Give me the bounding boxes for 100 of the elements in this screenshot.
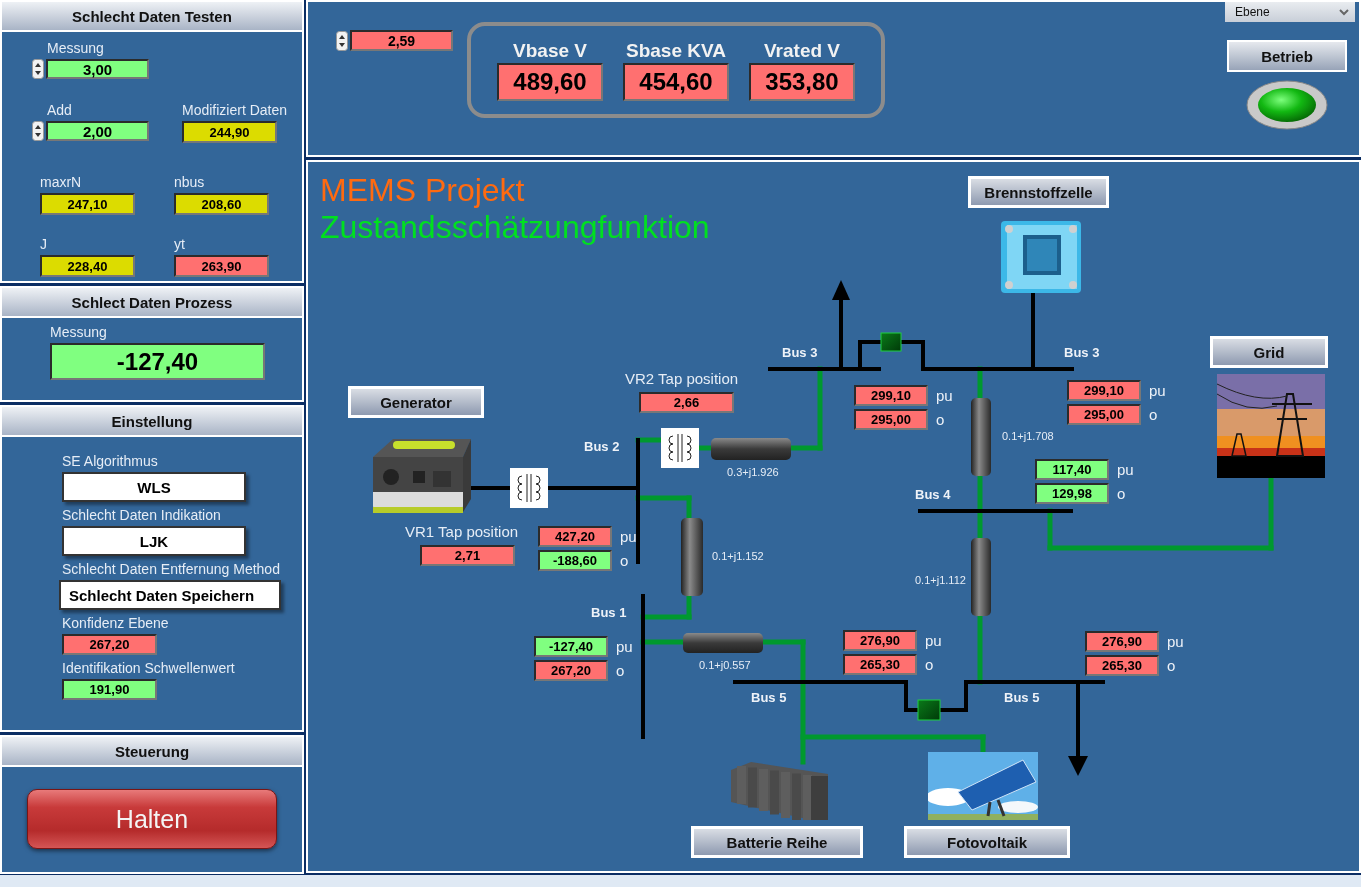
value-display: 2,66 (639, 392, 734, 413)
transformer-icon (661, 428, 699, 468)
node-label: Generator (348, 386, 484, 418)
impedance-label: 0.3+j1.926 (727, 466, 779, 478)
field-label: VR1 Tap position (405, 523, 519, 540)
value-display: 353,80 (749, 63, 855, 101)
node-label: Grid (1210, 336, 1328, 368)
wire (977, 613, 983, 685)
bus-label: Bus 2 (584, 439, 620, 454)
number-input[interactable]: 2,00 (46, 121, 149, 141)
unit-label: pu (1149, 382, 1166, 399)
halt-button[interactable]: Halten (27, 789, 277, 849)
unit-label: o (620, 552, 629, 569)
bus-label: Bus 5 (1004, 690, 1040, 705)
value-display: 299,10 (854, 385, 928, 406)
spinner-icon[interactable] (32, 59, 44, 79)
unit-label: o (936, 411, 945, 428)
value-display: 208,60 (174, 193, 269, 215)
field-label: Vrated V (763, 40, 840, 62)
field-label: yt (174, 236, 186, 252)
field-label: Identifikation Schwellenwert (62, 660, 236, 676)
bus-label: Bus 5 (751, 690, 787, 705)
number-input[interactable]: 3,00 (46, 59, 149, 79)
field-label: Schlecht Daten Indikation (62, 507, 222, 523)
spinner-icon[interactable] (336, 30, 348, 51)
value-display: -188,60 (538, 550, 612, 571)
value-display: 265,30 (1085, 655, 1159, 676)
wire (977, 473, 983, 541)
value-display: 299,10 (1067, 380, 1141, 401)
unit-label: o (1149, 406, 1158, 423)
unit-label: pu (925, 632, 942, 649)
unit-label: o (616, 662, 625, 679)
panel-title: Steuerung (2, 737, 302, 767)
panel-title: Einstellung (2, 407, 302, 437)
transformer-icon (510, 468, 548, 508)
chevron-icon (1339, 8, 1349, 16)
panel-title: Schlecht Daten Testen (2, 2, 302, 32)
bus-label: Bus 1 (591, 605, 627, 620)
select-field[interactable]: WLS (62, 472, 246, 502)
breaker-icon (917, 699, 941, 721)
layer-dropdown[interactable]: Ebene (1225, 2, 1355, 22)
unit-label: o (925, 656, 934, 673)
impedance-label: 0.1+j0.557 (699, 659, 751, 671)
value-display: 2,71 (420, 545, 515, 566)
value-display: -127,40 (534, 636, 608, 657)
field-label: Messung (47, 40, 105, 56)
project-subtitle: Zustandsschätzungfunktion (320, 209, 710, 246)
value-display: 247,10 (40, 193, 135, 215)
field-label: Konfidenz Ebene (62, 615, 170, 631)
select-field[interactable]: LJK (62, 526, 246, 556)
field-label: nbus (174, 174, 206, 190)
field-label: SE Algorithmus (62, 453, 159, 469)
unit-label: pu (620, 528, 637, 545)
node-label: Fotovoltaik (904, 826, 1070, 858)
value-display: 265,30 (843, 654, 917, 675)
field-label: VR2 Tap position (625, 370, 739, 387)
wire (696, 445, 714, 451)
impedance-label: 0.1+j1.152 (712, 550, 764, 562)
node-label: Brennstoffzelle (968, 176, 1109, 208)
value-display: 454,60 (623, 63, 729, 101)
value-display: 276,90 (843, 630, 917, 651)
field-label: maxrN (40, 174, 83, 190)
node-label: Batterie Reihe (691, 826, 863, 858)
unit-label: pu (1167, 633, 1184, 650)
bus-label: Bus 4 (915, 487, 951, 502)
unit-label: pu (616, 638, 633, 655)
value-display: 295,00 (1067, 404, 1141, 425)
bus-label: Bus 3 (782, 345, 818, 360)
field-label: Messung (50, 324, 108, 340)
number-input[interactable]: 2,59 (350, 30, 453, 51)
value-display: -127,40 (50, 343, 265, 380)
panel-title: Schlect Daten Prozess (2, 288, 302, 318)
value-display: 276,90 (1085, 631, 1159, 652)
mode-button[interactable]: Betrieb (1227, 40, 1347, 72)
value-display: 267,20 (62, 634, 157, 655)
unit-label: pu (936, 387, 953, 404)
value-display: 228,40 (40, 255, 135, 277)
impedance-label: 0.1+j1.112 (915, 574, 966, 586)
value-display: 489,60 (497, 63, 603, 101)
value-display: 191,90 (62, 679, 157, 700)
field-label: Vbase V (513, 40, 587, 62)
spinner-icon[interactable] (32, 121, 44, 141)
value-display: 267,20 (534, 660, 608, 681)
field-label: Add (47, 102, 73, 118)
field-label: Schlecht Daten Entfernung Method (62, 561, 281, 577)
value-display: 263,90 (174, 255, 269, 277)
value-display: 244,90 (182, 121, 277, 143)
value-display: 117,40 (1035, 459, 1109, 480)
unit-label: o (1167, 657, 1176, 674)
impedance-label: 0.1+j1.708 (1002, 430, 1054, 442)
unit-label: pu (1117, 461, 1134, 478)
project-title: MEMS Projekt (320, 172, 525, 209)
field-label: Sbase KVA (626, 40, 726, 62)
value-display: 295,00 (854, 409, 928, 430)
field-label: J (40, 236, 48, 252)
bus-label: Bus 3 (1064, 345, 1100, 360)
field-label: Modifiziert Daten (182, 102, 289, 118)
unit-label: o (1117, 485, 1126, 502)
breaker-icon (880, 332, 902, 352)
select-field[interactable]: Schlecht Daten Speichern (59, 580, 281, 610)
